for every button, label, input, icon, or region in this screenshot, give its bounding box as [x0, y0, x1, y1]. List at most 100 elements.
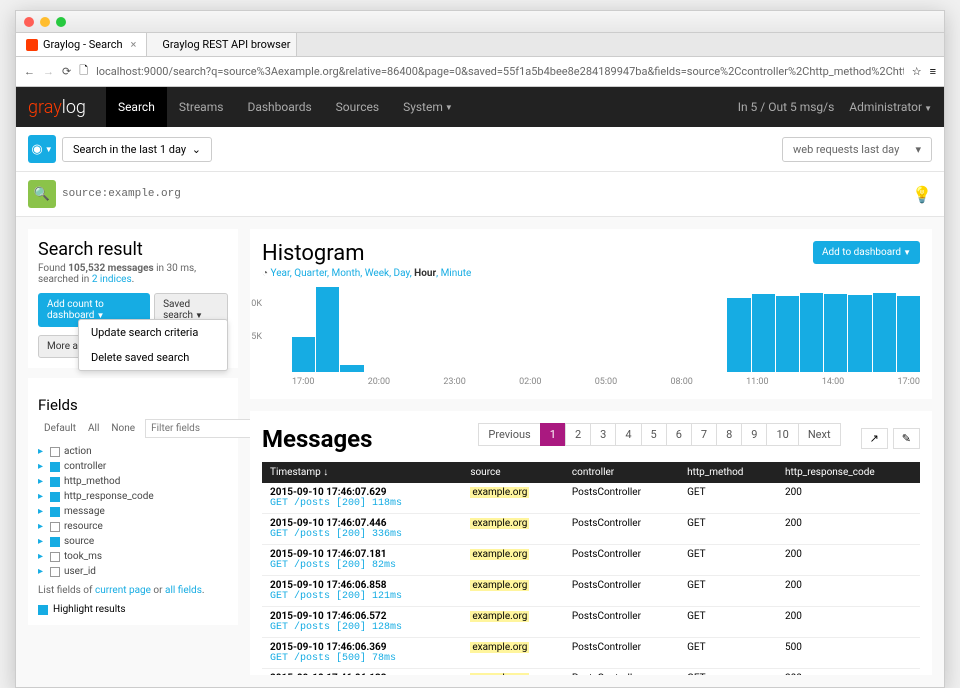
- field-row[interactable]: ▸resource: [38, 519, 228, 534]
- nav-streams[interactable]: Streams: [167, 87, 236, 127]
- menu-icon[interactable]: ≡: [930, 65, 936, 78]
- field-checkbox[interactable]: [50, 507, 60, 517]
- window-maximize[interactable]: [56, 17, 66, 27]
- histogram-chart[interactable]: 10K5K 17:0020:0023:0002:0005:0008:0011:0…: [262, 287, 920, 387]
- table-row[interactable]: 2015-09-10 17:46:07.181GET /posts [200] …: [262, 545, 920, 576]
- page-8[interactable]: 8: [716, 423, 742, 446]
- saved-search-select[interactable]: web requests last day▾: [782, 137, 932, 162]
- histogram-bar[interactable]: [897, 296, 920, 373]
- expand-icon[interactable]: ↗: [861, 428, 888, 449]
- column-header[interactable]: controller: [564, 462, 679, 483]
- column-header[interactable]: http_method: [679, 462, 777, 483]
- interval-minute[interactable]: Minute: [441, 268, 472, 279]
- field-row[interactable]: ▸action: [38, 444, 228, 459]
- interval-day[interactable]: Day: [394, 268, 410, 279]
- histogram-bar[interactable]: [776, 296, 799, 373]
- interval-hour[interactable]: Hour: [414, 268, 436, 279]
- table-row[interactable]: 2015-09-10 17:46:06.858GET /posts [200] …: [262, 576, 920, 607]
- fields-default[interactable]: Default: [38, 419, 82, 438]
- column-header[interactable]: source: [462, 462, 564, 483]
- field-checkbox[interactable]: [50, 462, 60, 472]
- table-row[interactable]: 2015-09-10 17:46:06.572GET /posts [200] …: [262, 607, 920, 638]
- page-next[interactable]: Next: [798, 423, 841, 446]
- field-row[interactable]: ▸user_id: [38, 564, 228, 579]
- field-checkbox[interactable]: [50, 567, 60, 577]
- browser-tab[interactable]: Graylog REST API browser×: [147, 33, 297, 56]
- forward-button[interactable]: →: [43, 65, 54, 78]
- page-7[interactable]: 7: [691, 423, 717, 446]
- field-row[interactable]: ▸controller: [38, 459, 228, 474]
- user-menu[interactable]: Administrator▼: [849, 100, 932, 114]
- url-field[interactable]: localhost:9000/search?q=source%3Aexample…: [96, 65, 904, 78]
- histogram-bar[interactable]: [800, 293, 823, 372]
- logo[interactable]: graylog: [28, 97, 86, 118]
- field-checkbox[interactable]: [50, 522, 60, 532]
- page-10[interactable]: 10: [766, 423, 798, 446]
- table-row[interactable]: 2015-09-10 17:46:06.369GET /posts [500] …: [262, 638, 920, 669]
- field-checkbox[interactable]: [50, 492, 60, 502]
- field-row[interactable]: ▸source: [38, 534, 228, 549]
- back-button[interactable]: ←: [24, 65, 35, 78]
- field-row[interactable]: ▸message: [38, 504, 228, 519]
- query-input[interactable]: source:example.org: [62, 188, 181, 200]
- table-row[interactable]: 2015-09-10 17:46:07.446GET /posts [200] …: [262, 514, 920, 545]
- histogram-bar[interactable]: [824, 294, 847, 372]
- fields-all[interactable]: All: [82, 419, 105, 438]
- page-4[interactable]: 4: [615, 423, 641, 446]
- reload-button[interactable]: ⟳: [62, 65, 71, 78]
- close-icon[interactable]: ×: [131, 38, 137, 51]
- star-icon[interactable]: ☆: [912, 65, 922, 78]
- page-prev[interactable]: Previous: [478, 423, 540, 446]
- interval-year[interactable]: Year: [271, 268, 290, 279]
- field-row[interactable]: ▸took_ms: [38, 549, 228, 564]
- field-checkbox[interactable]: [50, 477, 60, 487]
- window-close[interactable]: [24, 17, 34, 27]
- update-search-criteria[interactable]: Update search criteria: [79, 320, 227, 345]
- search-button[interactable]: 🔍: [28, 180, 56, 208]
- add-histogram-dashboard-button[interactable]: Add to dashboard▼: [813, 241, 920, 264]
- fields-none[interactable]: None: [105, 419, 141, 438]
- timestamp: 2015-09-10 17:46:07.181: [270, 549, 454, 560]
- histogram-bar[interactable]: [292, 337, 315, 372]
- page-3[interactable]: 3: [590, 423, 616, 446]
- interval-week[interactable]: Week: [365, 268, 389, 279]
- indices-link[interactable]: 2 indices: [92, 274, 132, 285]
- page-6[interactable]: 6: [666, 423, 692, 446]
- time-range-select[interactable]: Search in the last 1 day⌄: [62, 137, 212, 162]
- lightbulb-icon[interactable]: 💡: [912, 185, 932, 204]
- nav-dashboards[interactable]: Dashboards: [235, 87, 323, 127]
- field-checkbox[interactable]: [50, 447, 60, 457]
- histogram-bar[interactable]: [752, 294, 775, 372]
- nav-system[interactable]: System▼: [391, 87, 465, 127]
- page-9[interactable]: 9: [741, 423, 767, 446]
- current-page-link[interactable]: current page: [95, 585, 151, 596]
- column-header[interactable]: Timestamp ↓: [262, 462, 462, 483]
- interval-quarter[interactable]: Quarter: [294, 268, 327, 279]
- histogram-bar[interactable]: [848, 295, 871, 372]
- histogram-bar[interactable]: [340, 365, 363, 372]
- delete-saved-search[interactable]: Delete saved search: [79, 345, 227, 370]
- all-fields-link[interactable]: all fields: [165, 585, 202, 596]
- page-2[interactable]: 2: [565, 423, 591, 446]
- column-header[interactable]: http_response_code: [777, 462, 920, 483]
- window-minimize[interactable]: [40, 17, 50, 27]
- highlight-checkbox[interactable]: [38, 605, 48, 615]
- field-row[interactable]: ▸http_response_code: [38, 489, 228, 504]
- browser-tab[interactable]: Graylog - Search×: [16, 33, 147, 56]
- histogram-bar[interactable]: [873, 293, 896, 372]
- histogram-bar[interactable]: [727, 298, 750, 372]
- field-row[interactable]: ▸http_method: [38, 474, 228, 489]
- time-range-type-button[interactable]: ◉▼: [28, 135, 56, 163]
- page-5[interactable]: 5: [641, 423, 667, 446]
- nav-search[interactable]: Search: [106, 87, 167, 127]
- field-checkbox[interactable]: [50, 552, 60, 562]
- nav-sources[interactable]: Sources: [324, 87, 391, 127]
- page-icon: 🗋: [79, 62, 88, 81]
- histogram-bar[interactable]: [316, 287, 339, 372]
- interval-month[interactable]: Month: [331, 268, 360, 279]
- table-row[interactable]: 2015-09-10 17:46:07.629GET /posts [200] …: [262, 483, 920, 514]
- table-row[interactable]: 2015-09-10 17:46:06.133example.orgPostsC…: [262, 669, 920, 676]
- edit-icon[interactable]: ✎: [893, 428, 920, 449]
- page-1[interactable]: 1: [540, 423, 566, 446]
- field-checkbox[interactable]: [50, 537, 60, 547]
